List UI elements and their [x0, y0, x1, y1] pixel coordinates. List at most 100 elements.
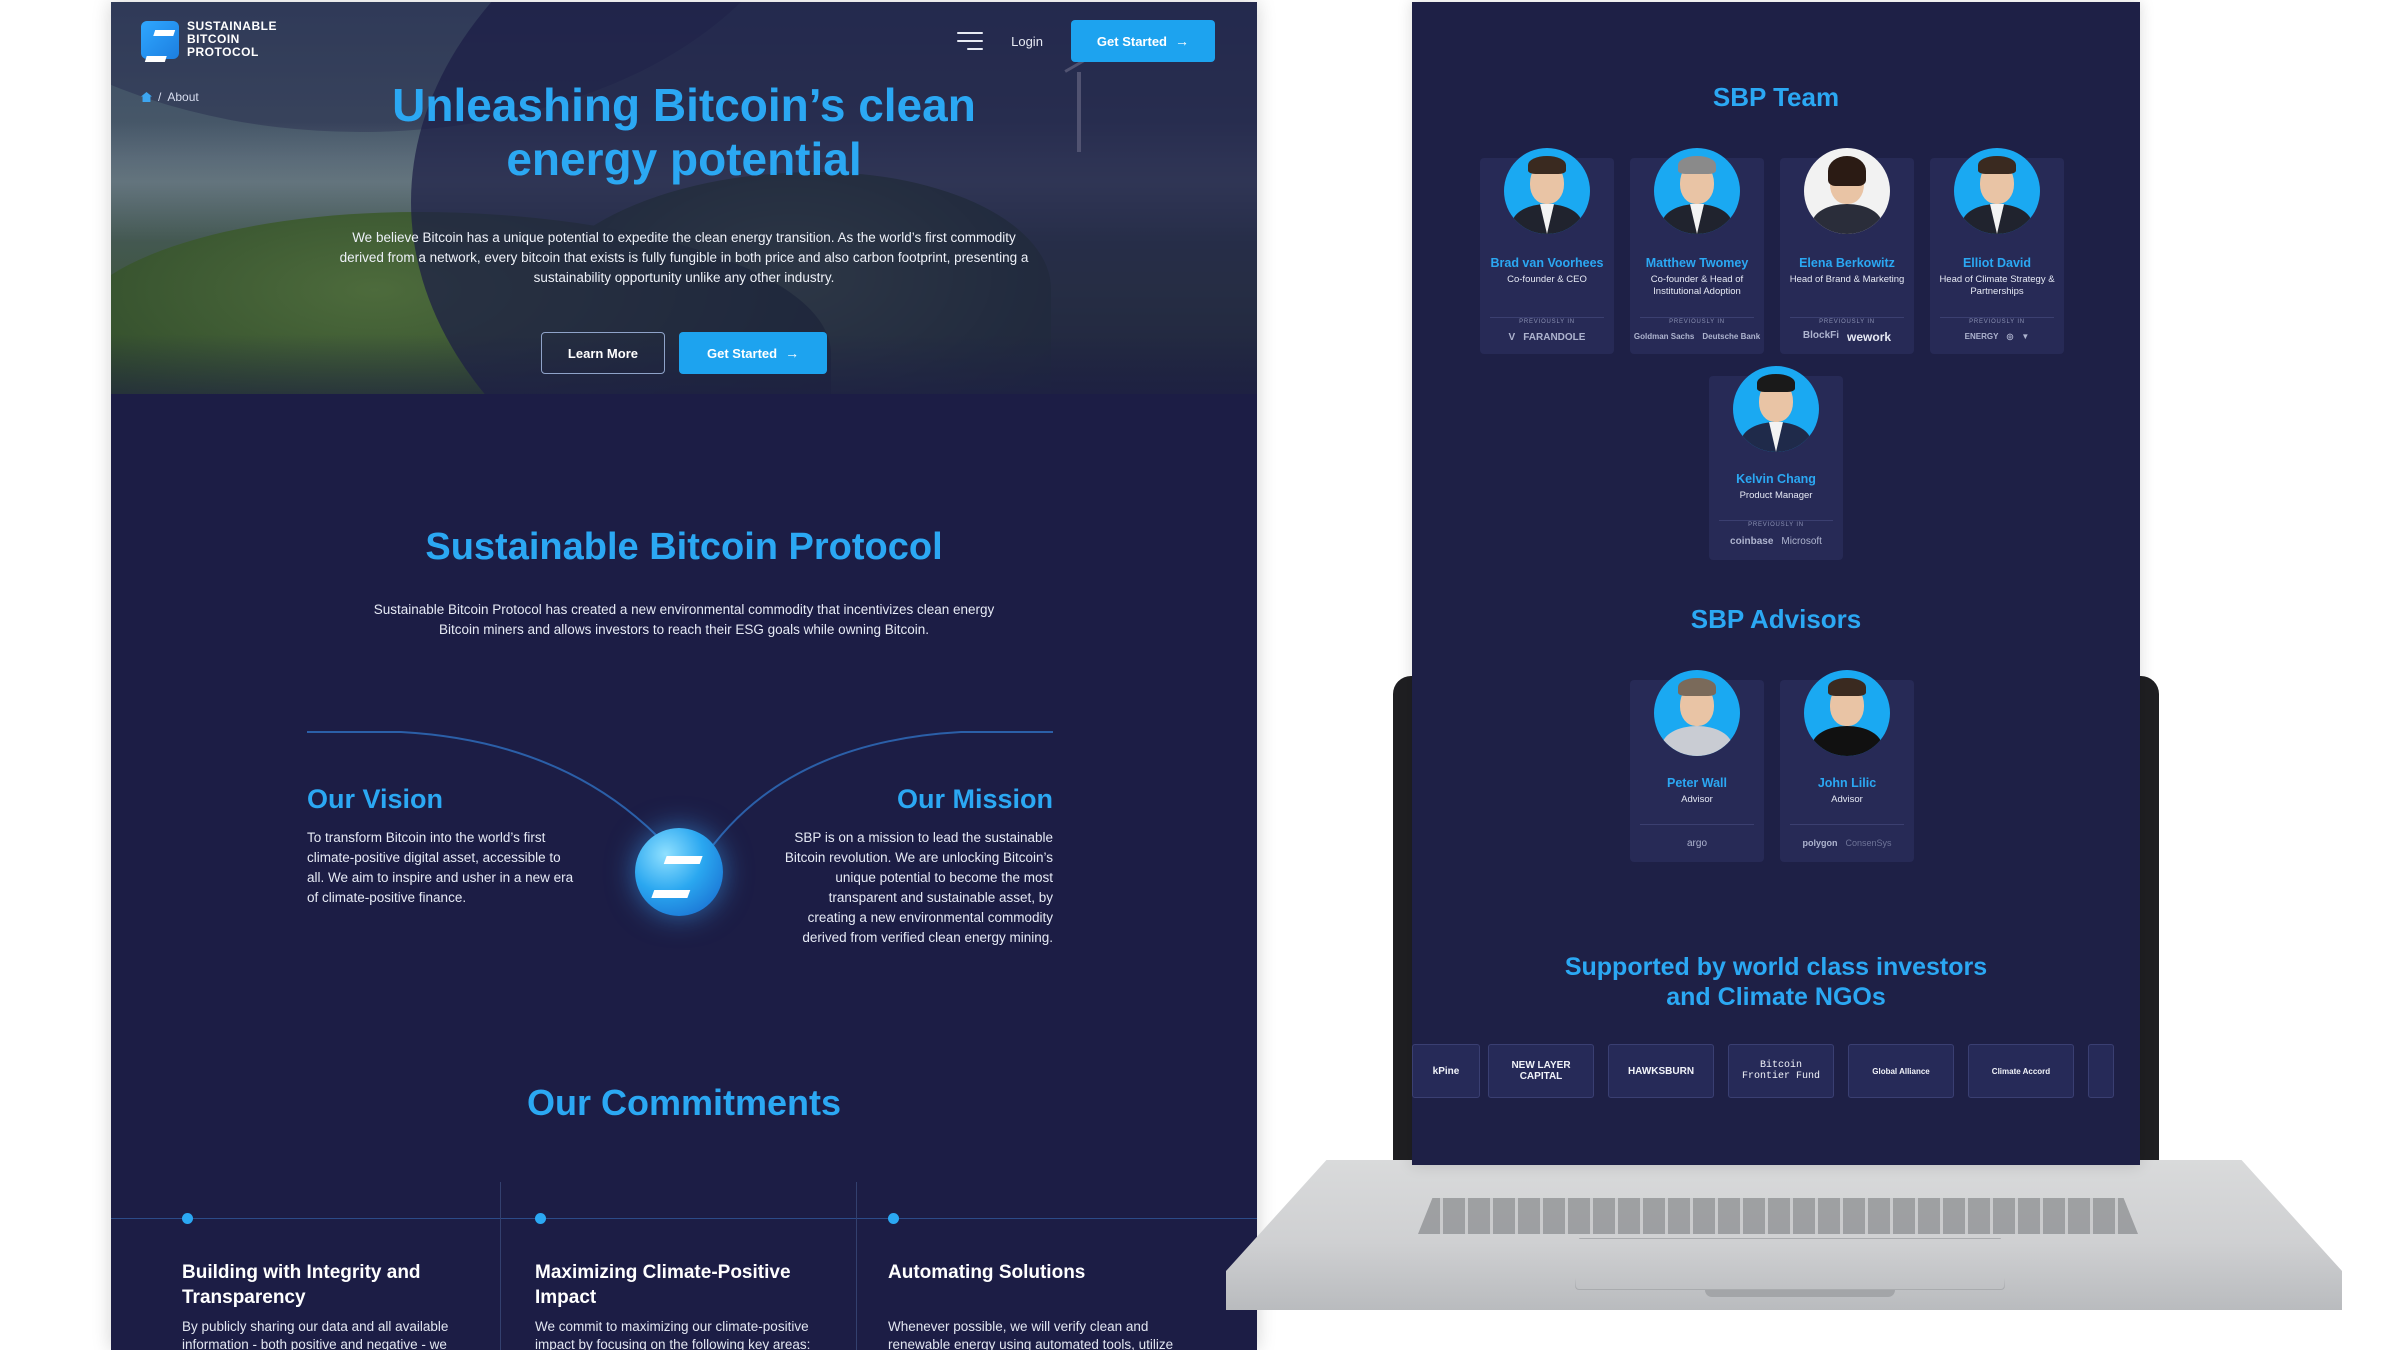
- previous-company-logos: Goldman Sachs Deutsche Bank: [1634, 332, 1760, 341]
- investor-logo[interactable]: NEW LAYER CAPITAL: [1488, 1044, 1594, 1098]
- previously-divider: [1790, 317, 1904, 318]
- hamburger-menu-icon[interactable]: [957, 32, 984, 50]
- learn-more-button[interactable]: Learn More: [540, 332, 665, 374]
- member-name: Brad van Voorhees: [1490, 256, 1604, 270]
- company-logo: polygon: [1802, 838, 1838, 848]
- investors-title: Supported by world class investors and C…: [1412, 952, 2140, 1012]
- avatar: [1804, 148, 1890, 234]
- login-link[interactable]: Login: [1011, 34, 1043, 49]
- hero-get-started-label: Get Started: [707, 345, 778, 361]
- company-logo: V: [1508, 332, 1516, 343]
- team-card[interactable]: Matthew Twomey Co-founder & Head of Inst…: [1630, 148, 1764, 354]
- vision-text: To transform Bitcoin into the world’s fi…: [307, 830, 574, 905]
- previously-label: PREVIOUSLY IN: [1748, 522, 1804, 528]
- company-logo: Deutsche Bank: [1702, 332, 1761, 341]
- investor-logo-partial[interactable]: [2088, 1044, 2114, 1098]
- member-role: Head of Brand & Marketing: [1789, 274, 1905, 285]
- top-nav: Login Get Started →: [957, 20, 1215, 62]
- laptop-touchpad: [1575, 1238, 2005, 1290]
- advisor-role: Advisor: [1831, 794, 1863, 805]
- member-role: Product Manager: [1739, 490, 1813, 501]
- sbp-orb-icon: [635, 828, 723, 916]
- company-logo: argo: [1686, 838, 1707, 849]
- hero-get-started-button[interactable]: Get Started →: [679, 332, 828, 374]
- member-name: Elena Berkowitz: [1799, 256, 1895, 270]
- nav-get-started-label: Get Started: [1096, 33, 1167, 49]
- hero-description: We believe Bitcoin has a unique potentia…: [339, 230, 1029, 285]
- team-title: SBP Team: [1712, 82, 1840, 112]
- previously-divider: [1640, 317, 1754, 318]
- advisor-company-logos: polygon ConsenSys: [1784, 838, 1910, 848]
- avatar: [1733, 366, 1819, 452]
- company-logo: BlockFi: [1802, 330, 1840, 341]
- advisor-divider: [1790, 824, 1904, 825]
- avatar: [1804, 670, 1890, 756]
- previously-label: PREVIOUSLY IN: [1819, 319, 1875, 325]
- avatar: [1654, 148, 1740, 234]
- commitment-dot: [888, 1213, 899, 1224]
- team-card[interactable]: Kelvin Chang Product Manager PREVIOUSLY …: [1709, 366, 1843, 560]
- sbp-section-title: Sustainable Bitcoin Protocol: [425, 526, 943, 568]
- investor-logo[interactable]: Bitcoin Frontier Fund: [1728, 1044, 1834, 1098]
- member-name: Matthew Twomey: [1645, 256, 1749, 270]
- hero-title: Unleashing Bitcoin’s clean energy potent…: [111, 78, 1257, 186]
- previously-divider: [1940, 317, 2054, 318]
- mission-text: SBP is on a mission to lead the sustaina…: [784, 830, 1053, 945]
- commitment-dot: [182, 1213, 193, 1224]
- previously-divider: [1719, 520, 1833, 521]
- company-logo: coinbase: [1730, 536, 1774, 547]
- advisors-title: SBP Advisors: [1690, 604, 1862, 634]
- investor-logo[interactable]: Global Alliance: [1848, 1044, 1954, 1098]
- commitment-text: Whenever possible, we will verify clean …: [888, 1319, 1174, 1350]
- mission-title: Our Mission: [896, 784, 1053, 814]
- member-role: Head of Climate Strategy & Partnerships: [1939, 274, 2055, 297]
- member-role: Co-founder & CEO: [1507, 274, 1587, 285]
- laptop-keyboard: [1418, 1198, 2138, 1234]
- advisor-name: John Lilic: [1817, 776, 1877, 790]
- commitment-title: Maximizing Climate-Positive Impact: [535, 1262, 791, 1308]
- investor-logo[interactable]: kPine: [1412, 1044, 1480, 1098]
- investor-logo[interactable]: HAWKSBURN: [1608, 1044, 1714, 1098]
- advisor-role: Advisor: [1681, 794, 1713, 805]
- company-logo: ConsenSys: [1845, 838, 1892, 848]
- previously-divider: [1490, 317, 1604, 318]
- company-logo: Microsoft: [1781, 536, 1822, 547]
- advisor-card[interactable]: John Lilic Advisor polygon ConsenSys: [1780, 670, 1914, 862]
- avatar: [1654, 670, 1740, 756]
- commitments-timeline: [111, 1218, 1257, 1219]
- commitments-title: Our Commitments: [526, 1082, 842, 1123]
- screenshot-stage: SUSTAINABLE BITCOIN PROTOCOL Login Get S…: [0, 0, 2400, 1350]
- sbp-section-description: Sustainable Bitcoin Protocol has created…: [373, 602, 995, 637]
- company-logo: ▼: [2021, 332, 2030, 341]
- commitment-divider: [500, 1182, 501, 1350]
- member-name: Kelvin Chang: [1736, 472, 1816, 486]
- nav-get-started-button[interactable]: Get Started →: [1070, 20, 1215, 62]
- previously-label: PREVIOUSLY IN: [1669, 319, 1725, 325]
- logo-text: SUSTAINABLE BITCOIN PROTOCOL: [187, 19, 277, 59]
- team-card[interactable]: Elena Berkowitz Head of Brand & Marketin…: [1780, 148, 1914, 354]
- investor-logo-carousel: kPine NEW LAYER CAPITAL HAWKSBURN Bitcoi…: [1412, 1044, 2138, 1098]
- about-page-laptop-view: SBP Team Brad van Voorhees Co-founder & …: [1412, 2, 2140, 1165]
- previous-company-logos: ENERGY ◎ ▼: [1934, 332, 2060, 341]
- previously-label: PREVIOUSLY IN: [1969, 319, 2025, 325]
- arrow-right-icon: →: [1175, 33, 1189, 49]
- about-page-desktop: SUSTAINABLE BITCOIN PROTOCOL Login Get S…: [111, 2, 1257, 1350]
- advisor-company-logos: argo: [1634, 838, 1760, 849]
- advisor-name: Peter Wall: [1667, 776, 1727, 790]
- company-logo: FARANDOLE: [1523, 332, 1586, 343]
- team-card[interactable]: Elliot David Head of Climate Strategy & …: [1930, 148, 2064, 354]
- site-logo[interactable]: SUSTAINABLE BITCOIN PROTOCOL: [141, 20, 277, 59]
- arrow-right-icon: →: [785, 345, 800, 361]
- commitment-title: Automating Solutions: [888, 1262, 1086, 1283]
- avatar: [1504, 148, 1590, 234]
- company-logo: Goldman Sachs: [1633, 332, 1695, 341]
- team-card[interactable]: Brad van Voorhees Co-founder & CEO PREVI…: [1480, 148, 1614, 354]
- advisor-card[interactable]: Peter Wall Advisor argo: [1630, 670, 1764, 862]
- vision-title: Our Vision: [307, 784, 444, 814]
- commitment-text: We commit to maximizing our climate-posi…: [535, 1319, 811, 1350]
- advisor-divider: [1640, 824, 1754, 825]
- investors-title-text: Supported by world class investors and C…: [1564, 953, 1988, 1011]
- commitment-title: Building with Integrity and Transparency: [182, 1262, 421, 1308]
- commitment-divider: [856, 1182, 857, 1350]
- investor-logo[interactable]: Climate Accord: [1968, 1044, 2074, 1098]
